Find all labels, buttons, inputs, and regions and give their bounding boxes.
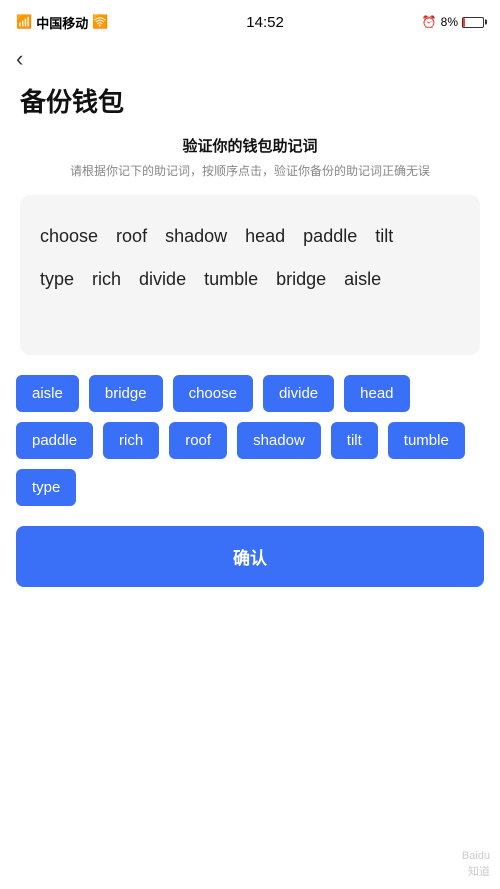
word-display-inner: choose roof shadow head paddle tilt type richdi… xyxy=(40,215,460,301)
word-select-button[interactable]: type xyxy=(16,469,76,506)
word-select-button[interactable]: roof xyxy=(169,422,227,459)
section-heading: 验证你的钱包助记词 xyxy=(0,135,500,156)
display-word-item: head xyxy=(245,215,285,258)
display-word-item: tumble xyxy=(204,258,258,301)
word-select-button[interactable]: rich xyxy=(103,422,159,459)
word-select-button[interactable]: bridge xyxy=(89,375,163,412)
word-select-button[interactable]: divide xyxy=(263,375,334,412)
display-word-item: divide xyxy=(139,258,186,301)
confirm-button[interactable]: 确认 xyxy=(16,526,484,587)
wifi-icon: 🛜 xyxy=(92,14,108,30)
battery-fill xyxy=(463,18,465,27)
status-bar: 📶 中国移动 🛜 14:52 ⏰ 8% xyxy=(0,0,500,40)
word-select-button[interactable]: shadow xyxy=(237,422,321,459)
carrier-signal: 📶 中国移动 🛜 xyxy=(16,13,108,32)
back-button[interactable]: ‹ xyxy=(16,48,23,70)
word-select-button[interactable]: aisle xyxy=(16,375,79,412)
carrier-name: 中国移动 xyxy=(36,13,88,32)
status-right: ⏰ 8% xyxy=(422,15,484,29)
word-select-button[interactable]: tilt xyxy=(331,422,378,459)
word-select-button[interactable]: choose xyxy=(173,375,253,412)
display-word-item: choose xyxy=(40,215,98,258)
section-desc: 请根据你记下的助记词，按顺序点击，验证你备份的助记词正确无误 xyxy=(0,162,500,181)
word-buttons-area: aisle bridge choose divide head paddle richroo… xyxy=(0,375,500,506)
page-title: 备份钱包 xyxy=(0,74,500,135)
signal-bars: 📶 xyxy=(16,14,32,30)
status-time: 14:52 xyxy=(246,14,284,31)
battery-icon xyxy=(462,17,484,28)
display-word-item: bridge xyxy=(276,258,326,301)
display-word-item: rich xyxy=(92,258,121,301)
alarm-icon: ⏰ xyxy=(422,15,437,29)
display-word-item: shadow xyxy=(165,215,227,258)
word-display-area: choose roof shadow head paddle tilt type richdi… xyxy=(20,195,480,355)
watermark: Baidu 知道 xyxy=(462,850,490,879)
word-select-button[interactable]: tumble xyxy=(388,422,465,459)
display-word-item: roof xyxy=(116,215,147,258)
word-select-button[interactable]: paddle xyxy=(16,422,93,459)
watermark-line2: 知道 xyxy=(468,863,490,879)
display-word-item: tilt xyxy=(375,215,393,258)
confirm-button-wrap: 确认 xyxy=(0,526,500,587)
display-word-item: type xyxy=(40,258,74,301)
battery-percent: 8% xyxy=(441,15,458,29)
watermark-line1: Baidu xyxy=(462,850,490,862)
word-select-button[interactable]: head xyxy=(344,375,409,412)
display-word-item: paddle xyxy=(303,215,357,258)
display-word-item: aisle xyxy=(344,258,381,301)
back-button-row: ‹ xyxy=(0,40,500,74)
